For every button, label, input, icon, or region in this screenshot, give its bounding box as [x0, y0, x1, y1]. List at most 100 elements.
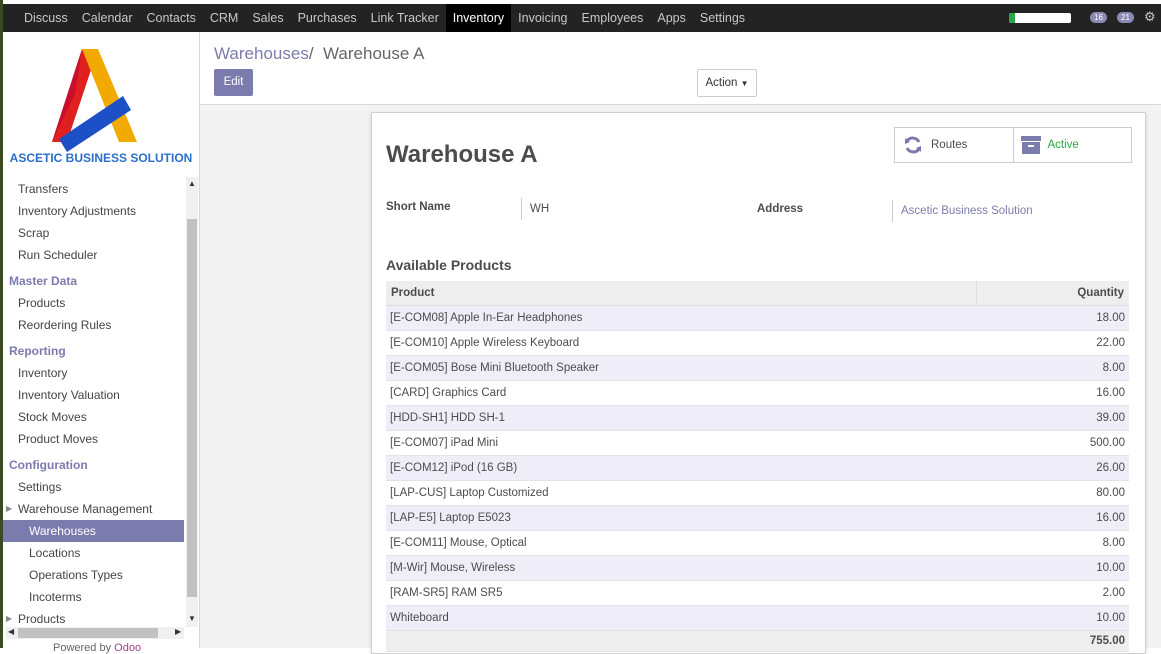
- sidebar-item-operations-types[interactable]: Operations Types: [3, 564, 184, 586]
- sidebar-item-warehouses[interactable]: Warehouses: [3, 520, 184, 542]
- sidebar-item-label: Transfers: [18, 182, 69, 196]
- sidebar-item-products[interactable]: Products: [3, 292, 184, 314]
- table-row[interactable]: [E-COM05] Bose Mini Bluetooth Speaker 8.0…: [386, 355, 1129, 381]
- app-menu-invoicing[interactable]: Invoicing: [511, 4, 574, 32]
- table-row[interactable]: [E-COM10] Apple Wireless Keyboard 22.00: [386, 330, 1129, 356]
- product-cell: [E-COM10] Apple Wireless Keyboard: [386, 330, 977, 356]
- sidebar-item-label: Reporting: [9, 344, 66, 358]
- sidebar-item-label: Inventory: [18, 366, 68, 380]
- refresh-icon: [905, 136, 921, 154]
- scroll-right-icon[interactable]: ▶: [175, 627, 181, 636]
- quantity-cell: 18.00: [976, 305, 1129, 331]
- top-navbar: Discuss Calendar Contacts CRM Sales Purchases…: [3, 4, 1161, 32]
- scroll-down-icon[interactable]: ▼: [188, 614, 196, 623]
- short-name-value: WH: [521, 198, 549, 220]
- routes-button[interactable]: Routes: [895, 128, 1013, 162]
- scrollbar-thumb[interactable]: [187, 219, 197, 597]
- button-box: Routes Active: [894, 127, 1132, 163]
- short-name-label: Short Name: [386, 201, 451, 213]
- caret-right-icon[interactable]: ▶: [6, 498, 12, 520]
- app-menu-calendar[interactable]: Calendar: [75, 4, 140, 32]
- messages-badge[interactable]: 21: [1117, 12, 1134, 23]
- sidebar-item-settings[interactable]: Settings: [3, 476, 184, 498]
- sidebar-item-label: Inventory Adjustments: [18, 204, 137, 218]
- sidebar-item-reordering-rules[interactable]: Reordering Rules: [3, 314, 184, 336]
- total-quantity: 755.00: [976, 630, 1129, 652]
- table-row[interactable]: Whiteboard 10.00: [386, 605, 1129, 631]
- sidebar-item-label: Warehouse Management: [18, 502, 153, 516]
- edit-button[interactable]: Edit: [214, 69, 253, 96]
- sidebar-item-product-moves[interactable]: Product Moves: [3, 428, 184, 450]
- app-menu-link-tracker[interactable]: Link Tracker: [364, 4, 446, 32]
- action-label: Action: [705, 77, 738, 89]
- sidebar-item-label: Settings: [18, 480, 62, 494]
- scroll-left-icon[interactable]: ◀: [8, 627, 14, 636]
- product-cell: [E-COM08] Apple In-Ear Headphones: [386, 305, 977, 331]
- app-menu-contacts[interactable]: Contacts: [140, 4, 203, 32]
- scroll-up-icon[interactable]: ▲: [188, 179, 196, 188]
- table-row[interactable]: [M-Wir] Mouse, Wireless 10.00: [386, 555, 1129, 581]
- app-menu-settings[interactable]: Settings: [693, 4, 752, 32]
- breadcrumb-warehouses[interactable]: Warehouses: [214, 44, 309, 63]
- column-product[interactable]: Product: [386, 281, 977, 306]
- table-header-row: Product Quantity: [386, 281, 1129, 306]
- table-row[interactable]: [E-COM07] iPad Mini 500.00: [386, 430, 1129, 456]
- scrollbar-thumb[interactable]: [18, 628, 158, 638]
- sidebar-item-inventory-adjustments[interactable]: Inventory Adjustments: [3, 200, 184, 222]
- company-logo: [52, 49, 137, 152]
- progress-fill: [1009, 13, 1016, 23]
- app-menu-crm[interactable]: CRM: [203, 4, 245, 32]
- product-cell: [LAP-E5] Laptop E5023: [386, 505, 977, 531]
- form-sheet: Routes Active Warehouse A Short Name WH …: [371, 112, 1146, 654]
- sidebar-item-transfers[interactable]: Transfers: [3, 178, 184, 200]
- product-cell: [LAP-CUS] Laptop Customized: [386, 480, 977, 506]
- table-row[interactable]: [LAP-E5] Laptop E5023 16.00: [386, 505, 1129, 531]
- app-menu-apps[interactable]: Apps: [650, 4, 693, 32]
- sidebar-section-configuration: Configuration: [3, 454, 184, 476]
- sidebar-item-stock-moves[interactable]: Stock Moves: [3, 406, 184, 428]
- app-menu-purchases[interactable]: Purchases: [291, 4, 364, 32]
- address-link[interactable]: Ascetic Business Solution: [892, 200, 1033, 222]
- debug-icon[interactable]: ⚙: [1144, 9, 1156, 25]
- breadcrumb: Warehouses/ Warehouse A: [214, 44, 424, 64]
- routes-label: Routes: [931, 139, 968, 151]
- address-label: Address: [757, 203, 804, 215]
- form-view: Routes Active Warehouse A Short Name WH …: [200, 105, 1161, 654]
- powered-by-brand[interactable]: Odoo: [114, 642, 141, 654]
- footer-spacer: [386, 630, 977, 652]
- table-row[interactable]: [HDD-SH1] HDD SH-1 39.00: [386, 405, 1129, 431]
- app-menu: Discuss Calendar Contacts CRM Sales Purchases…: [17, 4, 752, 32]
- sidebar-item-run-scheduler[interactable]: Run Scheduler: [3, 244, 184, 266]
- sidebar-item-scrap[interactable]: Scrap: [3, 222, 184, 244]
- product-cell: [RAM-SR5] RAM SR5: [386, 580, 977, 606]
- sidebar-item-inventory-valuation[interactable]: Inventory Valuation: [3, 384, 184, 406]
- app-menu-sales[interactable]: Sales: [245, 4, 290, 32]
- quantity-cell: 8.00: [976, 355, 1129, 381]
- sidebar-item-label: Reordering Rules: [18, 318, 112, 332]
- quantity-cell: 10.00: [976, 555, 1129, 581]
- active-toggle-button[interactable]: Active: [1012, 128, 1132, 162]
- action-dropdown[interactable]: Action ▼: [697, 69, 757, 97]
- product-cell: [CARD] Graphics Card: [386, 380, 977, 406]
- column-quantity[interactable]: Quantity: [976, 281, 1129, 306]
- sidebar-item-inventory[interactable]: Inventory: [3, 362, 184, 384]
- sidebar-horizontal-scrollbar[interactable]: ◀ ▶: [6, 627, 184, 639]
- table-row[interactable]: [CARD] Graphics Card 16.00: [386, 380, 1129, 406]
- app-menu-inventory[interactable]: Inventory: [445, 4, 512, 32]
- sidebar-item-label: Stock Moves: [18, 410, 87, 424]
- app-menu-employees[interactable]: Employees: [575, 4, 651, 32]
- sidebar-vertical-scrollbar[interactable]: ▲ ▼: [186, 177, 198, 627]
- app-menu-discuss[interactable]: Discuss: [17, 4, 75, 32]
- sidebar-item-incoterms[interactable]: Incoterms: [3, 586, 184, 608]
- sidebar-item-label: Warehouses: [29, 524, 96, 538]
- onboarding-progress-bar[interactable]: [1009, 13, 1071, 23]
- table-row[interactable]: [E-COM08] Apple In-Ear Headphones 18.00: [386, 305, 1129, 331]
- sidebar-item-warehouse-management[interactable]: ▶ Warehouse Management: [3, 498, 184, 520]
- table-row[interactable]: [RAM-SR5] RAM SR5 2.00: [386, 580, 1129, 606]
- sidebar-item-locations[interactable]: Locations: [3, 542, 184, 564]
- table-row[interactable]: [LAP-CUS] Laptop Customized 80.00: [386, 480, 1129, 506]
- table-row[interactable]: [E-COM11] Mouse, Optical 8.00: [386, 530, 1129, 556]
- activities-badge[interactable]: 16: [1090, 12, 1107, 23]
- archive-icon: [1020, 136, 1041, 154]
- table-row[interactable]: [E-COM12] iPod (16 GB) 26.00: [386, 455, 1129, 481]
